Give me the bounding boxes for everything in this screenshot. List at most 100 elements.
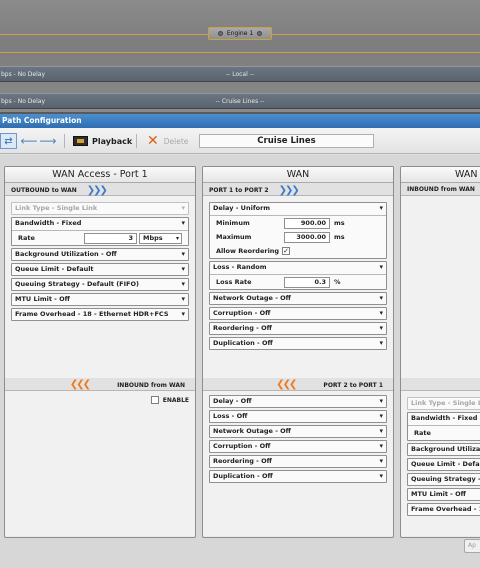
path-band-local[interactable]: bps - No Delay -- Local -- [0, 66, 480, 82]
inbound-settings [401, 196, 480, 378]
outbound-settings: Link Type - Single L Bandwidth - Fixed R… [401, 391, 480, 536]
path-name-field[interactable]: Cruise Lines [199, 134, 374, 148]
frame-overhead-dropdown[interactable]: Frame Overhead - 18 - Ethernet HDR+FCS [11, 308, 189, 321]
inbound-settings: ENABLE [5, 391, 195, 536]
rate-row: Rate 3 Mbps [12, 231, 188, 245]
loss-rate-input[interactable]: 0.3 [284, 277, 330, 288]
chevrons-left-icon: ❮❮❮ [69, 379, 91, 390]
duplication-dropdown[interactable]: Duplication - Off [209, 470, 387, 483]
outbound-settings: Link Type - Single Link Bandwidth - Fixe… [5, 196, 195, 378]
bandwidth-dropdown[interactable]: Bandwidth - Fixed [408, 413, 480, 426]
swap-direction-button[interactable]: ⇄ [0, 133, 17, 149]
wan-access-port2-panel: WAN A INBOUND from WAN Link Type - Singl… [400, 166, 480, 538]
checkmark-icon: ✓ [283, 247, 289, 255]
port-2-to-1-settings: Delay - Off Loss - Off Network Outage - … [203, 391, 393, 536]
rate-label: Rate [18, 234, 35, 242]
delay-dropdown[interactable]: Delay - Uniform [210, 203, 386, 216]
panel-title: WAN A [401, 167, 480, 183]
delete-x-icon: ✕ [147, 133, 159, 149]
engine-tab[interactable]: Engine 1 [208, 27, 272, 40]
inbound-label: INBOUND from WAN [117, 382, 185, 389]
panel-title: WAN Access - Port 1 [5, 167, 195, 183]
corruption-dropdown[interactable]: Corruption - Off [209, 440, 387, 453]
link-type-dropdown[interactable]: Link Type - Single Link [11, 202, 189, 215]
topology-view: Engine 1 bps - No Delay -- Local -- bps … [0, 0, 480, 112]
reordering-dropdown[interactable]: Reordering - Off [209, 455, 387, 468]
inbound-label: INBOUND from WAN [407, 186, 475, 193]
reordering-dropdown[interactable]: Reordering - Off [209, 322, 387, 335]
inbound-header: INBOUND from WAN [401, 183, 480, 196]
corruption-dropdown[interactable]: Corruption - Off [209, 307, 387, 320]
path-configuration-window: Path Configuration ⇄ ⟵ ⟶ Playback ✕ Dele… [0, 114, 480, 568]
film-icon [73, 136, 88, 146]
path-band-name: -- Local -- [225, 71, 255, 78]
topology-link-line [0, 52, 480, 53]
panel-title: WAN [203, 167, 393, 183]
rate-input[interactable]: 3 [84, 233, 137, 244]
arrow-right-icon: ⟶ [39, 134, 57, 148]
delay-dropdown[interactable]: Delay - Off [209, 395, 387, 408]
enable-checkbox[interactable]: ENABLE [150, 396, 189, 404]
allow-reordering-row: Allow Reordering ✓ [210, 244, 386, 258]
background-utilization-dropdown[interactable]: Background Utiliza [407, 443, 480, 456]
queue-limit-dropdown[interactable]: Queue Limit - Defa [407, 458, 480, 471]
chevrons-right-icon: ❯❯❯ [86, 185, 108, 196]
outbound-header [401, 378, 480, 391]
checkbox-icon [150, 396, 159, 404]
engine-label: Engine 1 [226, 30, 254, 37]
playback-button[interactable]: Playback [73, 133, 132, 149]
bandwidth-dropdown[interactable]: Bandwidth - Fixed [12, 218, 188, 231]
ms-unit: ms [334, 233, 345, 241]
network-outage-dropdown[interactable]: Network Outage - Off [209, 425, 387, 438]
inbound-header: ❮❮❮ INBOUND from WAN [5, 378, 195, 391]
loss-group: Loss - Random Loss Rate 0.3 % [209, 261, 387, 290]
mtu-limit-dropdown[interactable]: MTU Limit - Off [407, 488, 480, 501]
link-type-dropdown[interactable]: Link Type - Single L [407, 397, 480, 410]
rate-unit-select[interactable]: Mbps [139, 233, 182, 244]
enable-label: ENABLE [162, 396, 189, 404]
bandwidth-group: Bandwidth - Fixed Rate [407, 412, 480, 441]
minimum-row: Minimum 900.00 ms [210, 216, 386, 230]
swap-arrows-icon: ⇄ [4, 135, 13, 147]
duplication-dropdown[interactable]: Duplication - Off [209, 337, 387, 350]
background-utilization-dropdown[interactable]: Background Utilization - Off [11, 248, 189, 261]
port-2-to-1-header: ❮❮❮ PORT 2 to PORT 1 [203, 378, 393, 391]
maximum-input[interactable]: 3000.00 [284, 232, 330, 243]
port-2-to-1-label: PORT 2 to PORT 1 [323, 382, 383, 389]
mtu-limit-dropdown[interactable]: MTU Limit - Off [11, 293, 189, 306]
connector-dot-icon [217, 31, 223, 36]
frame-overhead-dropdown[interactable]: Frame Overhead - 1 [407, 503, 480, 516]
outbound-label: OUTBOUND to WAN [11, 187, 77, 194]
queuing-strategy-dropdown[interactable]: Queuing Strategy - [407, 473, 480, 486]
connector-dot-icon [257, 31, 263, 36]
allow-reordering-checkbox[interactable]: ✓ [282, 247, 290, 255]
network-outage-dropdown[interactable]: Network Outage - Off [209, 292, 387, 305]
apply-button[interactable]: Ap [464, 539, 480, 553]
loss-dropdown[interactable]: Loss - Random [210, 262, 386, 275]
loss-dropdown[interactable]: Loss - Off [209, 410, 387, 423]
toolbar-divider [136, 134, 137, 148]
port-1-to-2-settings: Delay - Uniform Minimum 900.00 ms Maximu… [203, 196, 393, 378]
maximum-row: Maximum 3000.00 ms [210, 230, 386, 244]
path-band-cruise-lines[interactable]: bps - No Delay -- Cruise Lines -- [0, 93, 480, 109]
path-band-name: -- Cruise Lines -- [215, 98, 265, 105]
wan-access-panel: WAN Access - Port 1 OUTBOUND to WAN ❯❯❯ L… [4, 166, 196, 538]
content-area: WAN Access - Port 1 OUTBOUND to WAN ❯❯❯ L… [0, 155, 480, 568]
minimum-input[interactable]: 900.00 [284, 218, 330, 229]
rate-row: Rate [408, 426, 480, 440]
queuing-strategy-dropdown[interactable]: Queuing Strategy - Default (FIFO) [11, 278, 189, 291]
maximum-label: Maximum [216, 233, 252, 241]
forward-arrow-button[interactable]: ⟶ [39, 133, 57, 149]
ms-unit: ms [334, 219, 345, 227]
minimum-label: Minimum [216, 219, 250, 227]
back-arrow-button[interactable]: ⟵ [20, 133, 37, 149]
delete-label: Delete [163, 136, 189, 146]
bandwidth-group: Bandwidth - Fixed Rate 3 Mbps [11, 217, 189, 246]
queue-limit-dropdown[interactable]: Queue Limit - Default [11, 263, 189, 276]
wan-panel: WAN PORT 1 to PORT 2 ❯❯❯ Delay - Uniform … [202, 166, 394, 538]
rate-label: Rate [414, 429, 431, 437]
port-1-to-2-label: PORT 1 to PORT 2 [209, 187, 269, 194]
delay-group: Delay - Uniform Minimum 900.00 ms Maximu… [209, 202, 387, 259]
outbound-header: OUTBOUND to WAN ❯❯❯ [5, 183, 195, 196]
delete-button[interactable]: ✕ Delete [147, 133, 188, 149]
